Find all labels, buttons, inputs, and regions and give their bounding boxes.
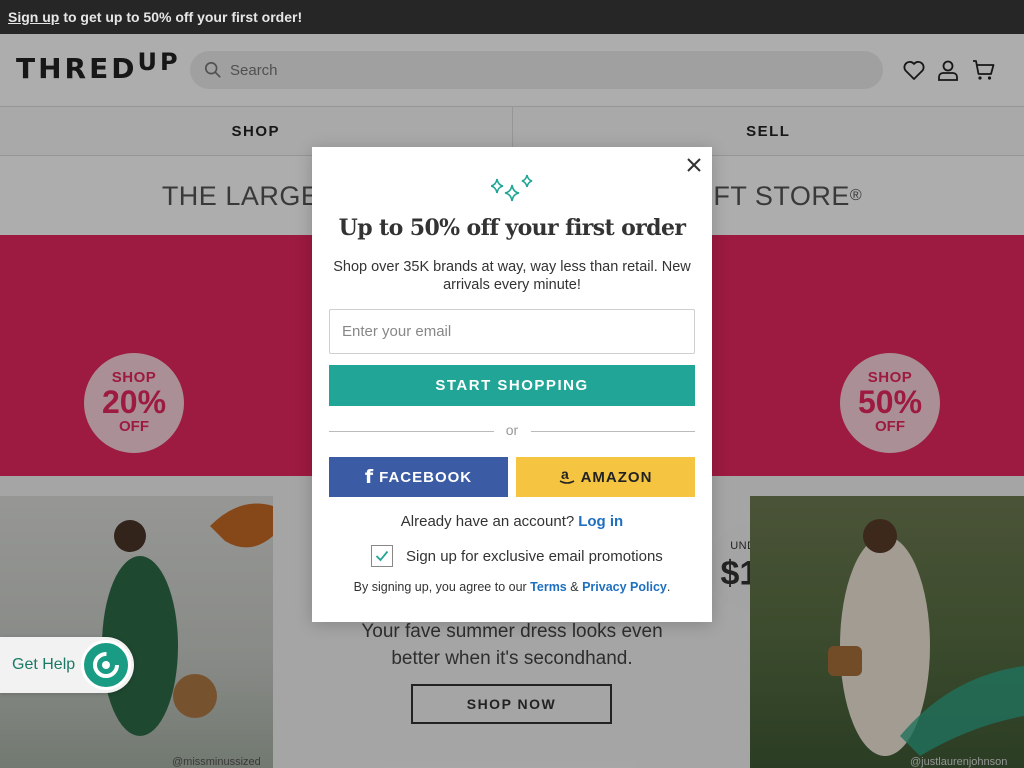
email-promo-label[interactable]: Sign up for exclusive email promotions bbox=[406, 548, 663, 565]
signup-link[interactable]: Sign up bbox=[8, 9, 59, 25]
already-text: Already have an account? bbox=[400, 513, 575, 530]
svg-text:a: a bbox=[561, 467, 570, 482]
get-help-widget[interactable]: Get Help bbox=[0, 637, 134, 693]
terms-link[interactable]: Terms bbox=[530, 580, 567, 594]
amazon-label: AMAZON bbox=[580, 468, 653, 486]
email-promo-checkbox[interactable] bbox=[371, 545, 393, 567]
already-account: Already have an account? Log in bbox=[312, 513, 712, 530]
privacy-policy-link[interactable]: Privacy Policy bbox=[582, 580, 667, 594]
login-link[interactable]: Log in bbox=[578, 513, 623, 530]
email-promo-option[interactable]: Sign up for exclusive email promotions bbox=[371, 545, 663, 567]
or-text: or bbox=[505, 422, 519, 438]
modal-subtitle: Shop over 35K brands at way, way less th… bbox=[333, 259, 691, 293]
terms-suffix: . bbox=[666, 580, 671, 594]
sparkle-icon bbox=[491, 174, 533, 202]
or-divider: or bbox=[329, 422, 695, 440]
signup-modal: Up to 50% off your first order Shop over… bbox=[312, 147, 712, 622]
terms-prefix: By signing up, you agree to our bbox=[353, 580, 527, 594]
promo-bar: Sign up to get up to 50% off your first … bbox=[0, 0, 1024, 34]
email-field[interactable] bbox=[329, 309, 695, 354]
close-icon bbox=[687, 158, 701, 172]
facebook-label: FACEBOOK bbox=[379, 468, 473, 486]
help-chat-icon[interactable] bbox=[81, 640, 131, 690]
start-shopping-button[interactable]: START SHOPPING bbox=[329, 365, 695, 406]
get-help-label: Get Help bbox=[12, 656, 76, 673]
facebook-icon: f bbox=[364, 466, 375, 488]
close-button[interactable] bbox=[684, 155, 704, 175]
terms-notice: By signing up, you agree to our Terms & … bbox=[312, 580, 712, 594]
checkmark-icon bbox=[375, 550, 389, 562]
amazon-icon: a bbox=[559, 467, 574, 484]
promo-text: to get up to 50% off your first order! bbox=[63, 9, 303, 25]
amazon-button[interactable]: a AMAZON bbox=[516, 457, 695, 497]
terms-amp: & bbox=[570, 580, 579, 594]
facebook-button[interactable]: f FACEBOOK bbox=[329, 457, 508, 497]
modal-title: Up to 50% off your first order bbox=[338, 215, 686, 241]
